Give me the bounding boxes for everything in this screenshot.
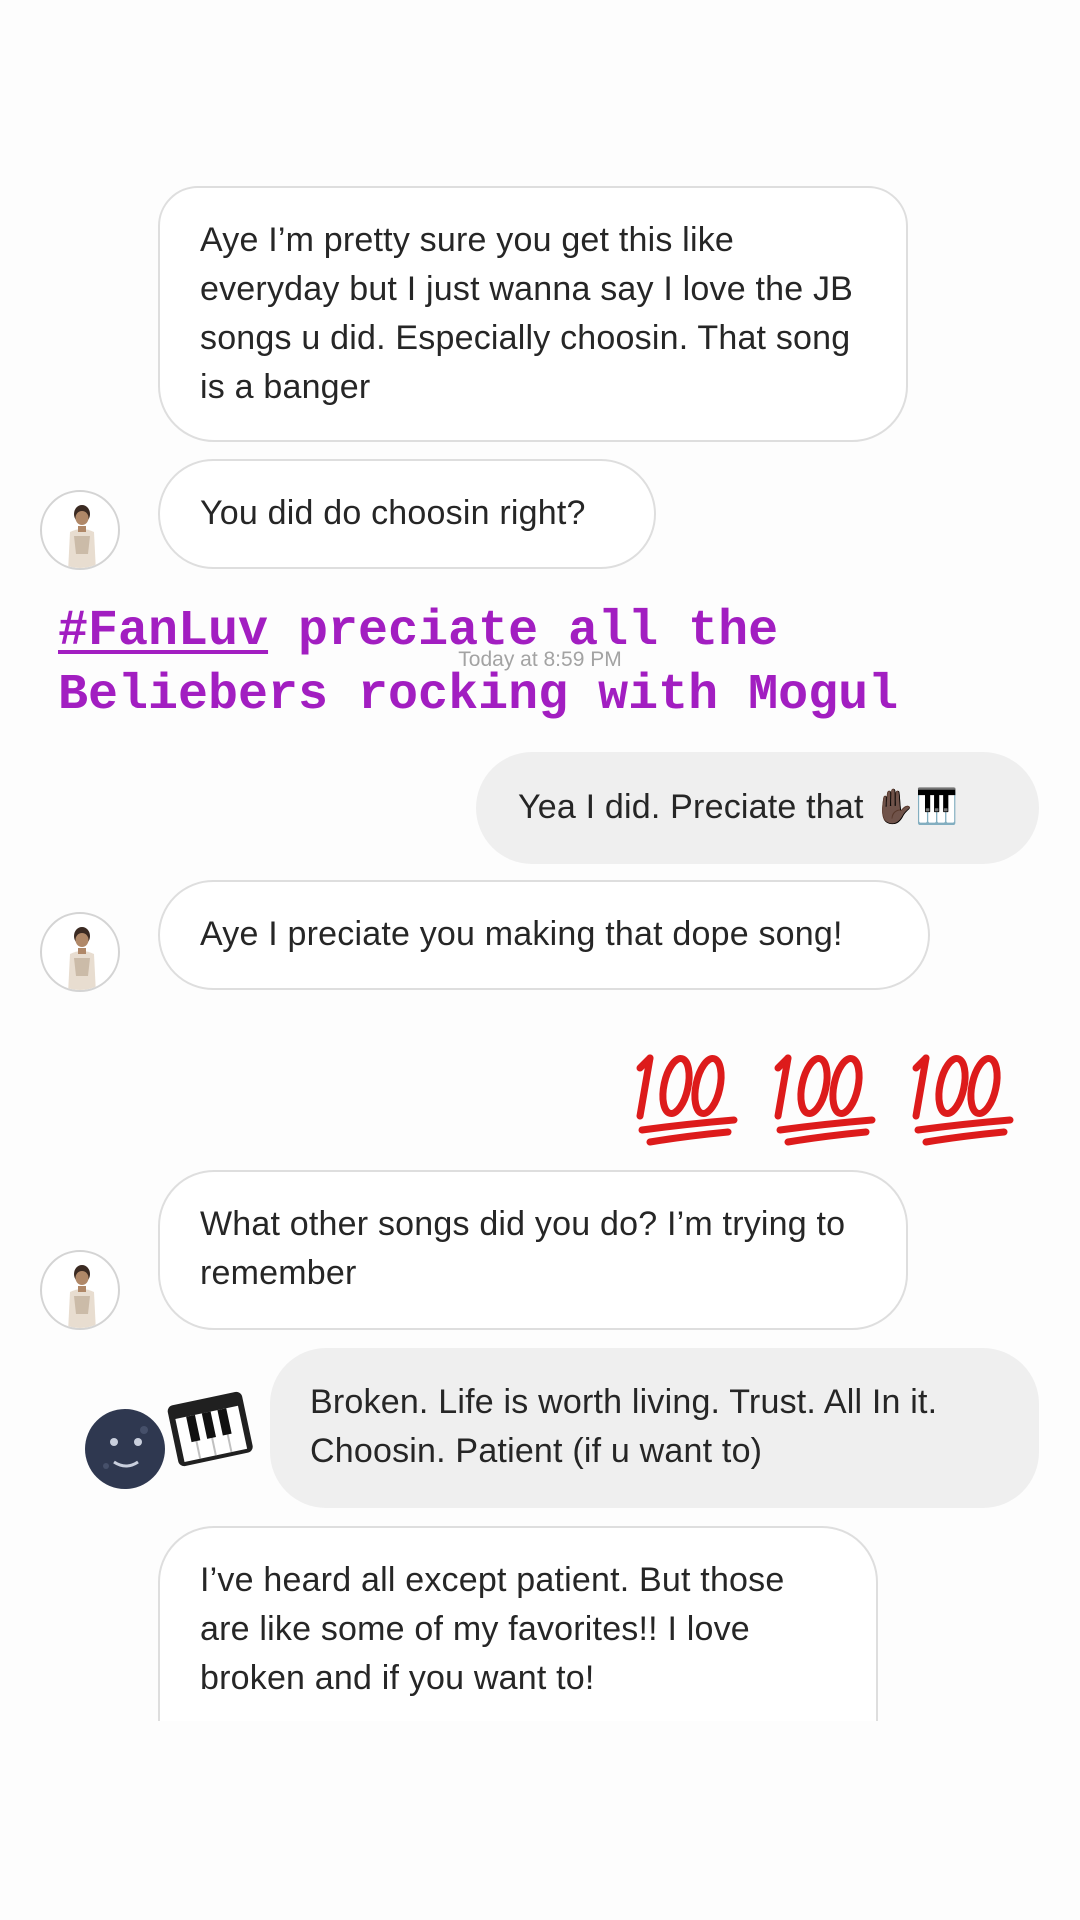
caption-hashtag[interactable]: #FanLuv — [58, 603, 268, 660]
received-message[interactable]: What other songs did you do? I’m trying … — [158, 1170, 908, 1330]
piano-sticker[interactable] — [164, 1382, 256, 1474]
avatar-photo-icon — [68, 927, 96, 990]
received-message[interactable]: Aye I’m pretty sure you get this like ev… — [158, 186, 908, 442]
sent-message[interactable]: Broken. Life is worth living. Trust. All… — [270, 1348, 1039, 1508]
chat-thread[interactable]: Aye I’m pretty sure you get this like ev… — [0, 186, 1080, 1721]
avatar[interactable] — [40, 912, 120, 992]
new-moon-face-icon — [85, 1409, 165, 1489]
piano-icon — [167, 1391, 253, 1467]
received-message[interactable]: I’ve heard all except patient. But those… — [158, 1526, 878, 1721]
avatar[interactable] — [40, 1250, 120, 1330]
hundred-points-icon — [636, 1054, 1014, 1146]
caption-line2: Beliebers rocking with Mogul — [58, 667, 899, 724]
sent-message-text: Yea I did. Preciate that ✋🏿🎹 — [518, 788, 959, 826]
avatar[interactable] — [40, 490, 120, 570]
moon-face-sticker[interactable] — [84, 1408, 166, 1490]
sent-message[interactable]: Yea I did. Preciate that ✋🏿🎹 — [476, 752, 1039, 864]
story-caption: #FanLuv preciate all the Beliebers rocki… — [58, 600, 1058, 728]
caption-line1-rest: preciate all the — [268, 603, 779, 660]
avatar-photo-icon — [68, 505, 96, 568]
avatar-photo-icon — [68, 1265, 96, 1328]
received-message[interactable]: Aye I preciate you making that dope song… — [158, 880, 930, 990]
received-message[interactable]: You did do choosin right? — [158, 459, 656, 569]
hundred-points-emoji-message[interactable]: 💯💯💯 — [636, 1028, 1026, 1148]
